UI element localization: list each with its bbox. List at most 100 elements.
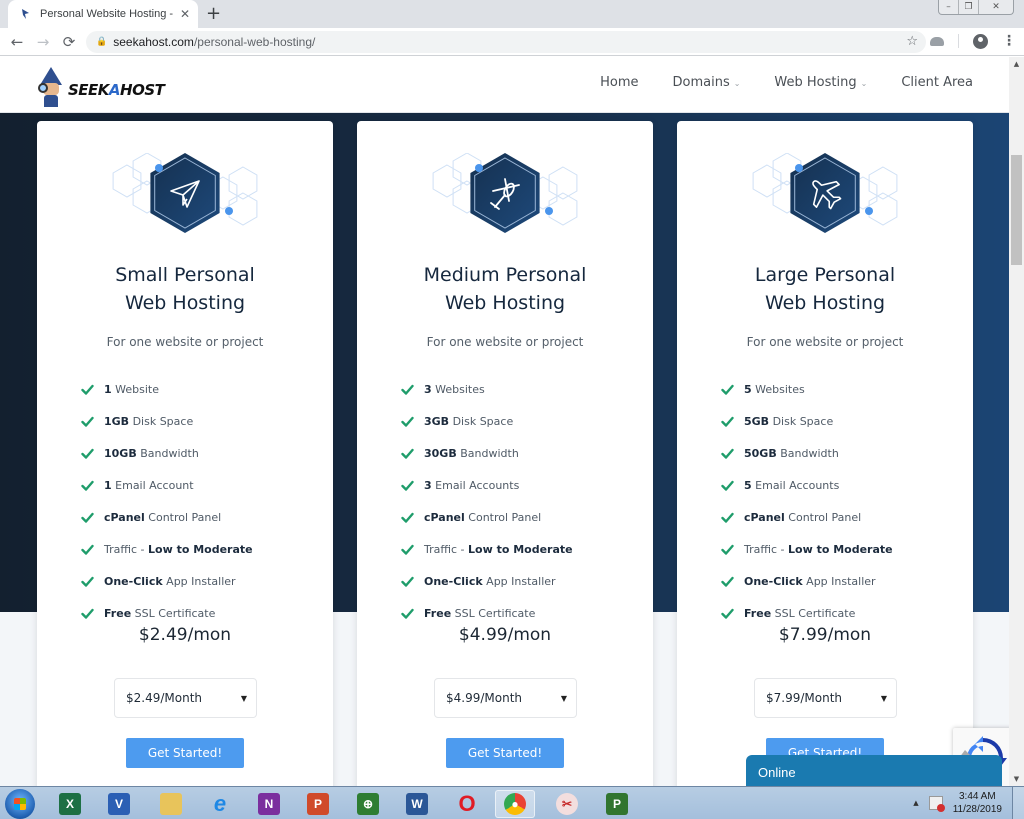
new-tab-button[interactable]: +	[206, 4, 221, 24]
feature-text: Traffic - Low to Moderate	[744, 542, 893, 556]
billing-cycle-select[interactable]: $4.99/Month ▼	[434, 678, 577, 718]
billing-cycle-select[interactable]: $7.99/Month ▼	[754, 678, 897, 718]
taskbar-app-excel[interactable]: X	[50, 790, 90, 818]
page-scrollbar[interactable]: ▲ ▼	[1009, 57, 1024, 786]
clock[interactable]: 3:44 AM 11/28/2019	[953, 790, 1002, 816]
feature-item: One-Click App Installer	[401, 565, 573, 597]
feature-item: 10GB Bandwidth	[81, 437, 253, 469]
lock-icon: 🔒	[96, 37, 108, 47]
plan-price: $2.49/mon	[138, 625, 232, 645]
scroll-thumb[interactable]	[1011, 155, 1022, 265]
taskbar-app-chrome[interactable]: ●	[495, 790, 535, 818]
checkmark-icon	[81, 480, 94, 491]
feature-text: One-Click App Installer	[424, 574, 556, 588]
feature-text: 1 Email Account	[104, 478, 194, 492]
feature-item: Traffic - Low to Moderate	[401, 533, 573, 565]
close-window-button[interactable]: ✕	[979, 0, 1013, 14]
taskbar-app-project[interactable]: P	[597, 790, 637, 818]
checkmark-icon	[81, 512, 94, 523]
select-value: $4.99/Month	[446, 691, 523, 705]
nav-item-client-area[interactable]: Client Area	[901, 75, 973, 90]
feature-text: cPanel Control Panel	[104, 510, 222, 524]
feature-text: 1 Website	[104, 382, 160, 396]
taskbar-app-snipping-tool[interactable]: ✂	[547, 790, 587, 818]
airplane-icon	[752, 153, 898, 233]
plan-card: Medium Personal Web Hosting For one websit…	[357, 121, 653, 786]
taskbar-app-visio[interactable]: V	[99, 790, 139, 818]
visio-icon: V	[108, 793, 130, 815]
feature-text: 5 Websites	[744, 382, 805, 396]
feature-list: 5 Websites 5GB Disk Space 50GB Bandwidth 5 …	[721, 373, 893, 629]
plan-title: Small Personal Web Hosting	[115, 264, 255, 314]
checkmark-icon	[401, 576, 414, 587]
feature-text: 10GB Bandwidth	[104, 446, 199, 460]
taskbar-app-file-explorer[interactable]	[151, 790, 191, 818]
nav-item-home[interactable]: Home	[600, 75, 638, 90]
feature-item: 5 Websites	[721, 373, 893, 405]
feature-item: Traffic - Low to Moderate	[721, 533, 893, 565]
feature-item: 50GB Bandwidth	[721, 437, 893, 469]
plan-subtitle: For one website or project	[106, 335, 264, 349]
restore-button[interactable]: ❐	[959, 0, 979, 14]
scroll-up-arrow[interactable]: ▲	[1009, 57, 1024, 71]
feature-item: cPanel Control Panel	[721, 501, 893, 533]
feature-item: 3GB Disk Space	[401, 405, 573, 437]
taskbar-app-opera[interactable]: O	[447, 790, 487, 818]
profile-avatar-icon[interactable]	[973, 33, 988, 49]
action-center-flag-icon[interactable]	[928, 796, 945, 812]
checkmark-icon	[721, 576, 734, 587]
plan-subtitle: For one website or project	[746, 335, 904, 349]
chevron-down-icon: ⌄	[733, 79, 741, 88]
taskbar-app-internet-explorer[interactable]: e	[200, 790, 240, 818]
taskbar-app-onenote[interactable]: N	[249, 790, 289, 818]
show-desktop-button[interactable]	[1012, 787, 1024, 819]
checkmark-icon	[401, 448, 414, 459]
taskbar-app-word[interactable]: W	[397, 790, 437, 818]
feature-text: Free SSL Certificate	[424, 606, 536, 620]
nav-item-web-hosting[interactable]: Web Hosting ⌄	[774, 75, 867, 90]
windows-taskbar: X Ve N P ⊕ W O ● ✂ P ▲ 3:44 AM 11/28/2019	[0, 786, 1024, 819]
select-value: $7.99/Month	[766, 691, 843, 705]
feature-item: Traffic - Low to Moderate	[81, 533, 253, 565]
feature-text: 1GB Disk Space	[104, 414, 194, 428]
file-explorer-icon	[160, 793, 182, 815]
tab-title: Personal Website Hosting - Best	[40, 8, 176, 20]
address-bar[interactable]: 🔒 seekahost.com/personal-web-hosting/ ☆	[86, 31, 926, 53]
browser-tab[interactable]: Personal Website Hosting - Best ✕	[8, 0, 198, 28]
checkmark-icon	[81, 448, 94, 459]
feature-text: Free SSL Certificate	[744, 606, 856, 620]
chrome-menu-icon[interactable]: ⋮	[1002, 33, 1016, 49]
minimize-button[interactable]: –	[939, 0, 959, 14]
checkmark-icon	[721, 512, 734, 523]
nav-item-domains[interactable]: Domains ⌄	[673, 75, 741, 90]
live-chat-widget[interactable]: Online	[746, 755, 1002, 786]
screen: Personal Website Hosting - Best ✕ + – ❐ …	[0, 0, 1024, 819]
browser-tab-strip: Personal Website Hosting - Best ✕ + – ❐ …	[0, 0, 1024, 28]
feature-text: One-Click App Installer	[744, 574, 876, 588]
reload-button[interactable]: ⟳	[56, 33, 82, 51]
page-viewport: SEEKAHOST Home Domains ⌄ Web Hosting ⌄ Client…	[0, 57, 1009, 786]
feature-text: Traffic - Low to Moderate	[424, 542, 573, 556]
back-button[interactable]: ←	[4, 33, 30, 51]
site-header: SEEKAHOST Home Domains ⌄ Web Hosting ⌄ Client…	[0, 57, 1009, 113]
start-button[interactable]	[5, 789, 35, 819]
scroll-down-arrow[interactable]: ▼	[1009, 772, 1024, 786]
extension-cloud-icon[interactable]	[930, 36, 944, 46]
taskbar-app-project-web[interactable]: ⊕	[348, 790, 388, 818]
tab-close-icon[interactable]: ✕	[180, 7, 190, 21]
bookmark-star-icon[interactable]: ☆	[906, 34, 918, 49]
get-started-button[interactable]: Get Started!	[446, 738, 564, 768]
seekahost-logo[interactable]: SEEKAHOST	[36, 63, 165, 107]
select-value: $2.49/Month	[126, 691, 203, 705]
feature-item: 1GB Disk Space	[81, 405, 253, 437]
plan-price: $4.99/mon	[458, 625, 552, 645]
feature-text: cPanel Control Panel	[744, 510, 862, 524]
forward-button[interactable]: →	[30, 33, 56, 51]
chat-status-label: Online	[758, 765, 796, 780]
billing-cycle-select[interactable]: $2.49/Month ▼	[114, 678, 257, 718]
taskbar-app-powerpoint[interactable]: P	[298, 790, 338, 818]
dropdown-arrow-icon: ▼	[880, 693, 887, 703]
feature-item: One-Click App Installer	[721, 565, 893, 597]
get-started-button[interactable]: Get Started!	[126, 738, 244, 768]
show-hidden-icons-button[interactable]: ▲	[913, 799, 918, 807]
